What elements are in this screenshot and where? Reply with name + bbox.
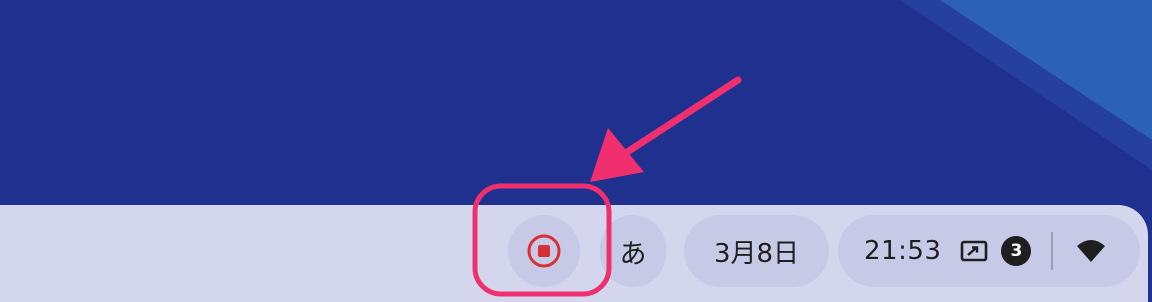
- stop-recording-icon: [526, 233, 562, 269]
- wifi-icon: [1075, 235, 1107, 267]
- stop-recording-button[interactable]: [508, 215, 580, 287]
- status-divider: [1051, 232, 1054, 270]
- date-label: 3月8日: [713, 238, 800, 269]
- status-area-button[interactable]: 21:53 3: [838, 215, 1140, 287]
- screen-cast-icon: [957, 234, 991, 268]
- date-tray-button[interactable]: 3月8日: [684, 215, 829, 287]
- ime-label: あ: [619, 238, 647, 270]
- ime-menu-button[interactable]: あ: [600, 215, 666, 287]
- clock-time: 21:53: [864, 236, 942, 266]
- notification-count-badge: 3: [1001, 236, 1032, 266]
- desktop: あ 3月8日 21:53 3: [0, 0, 1152, 302]
